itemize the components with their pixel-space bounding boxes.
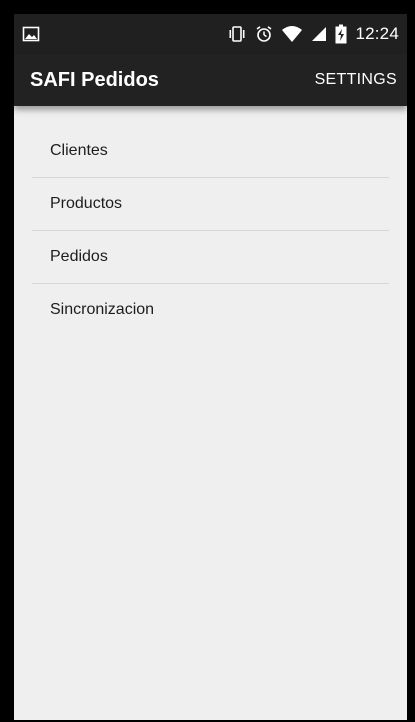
- wifi-icon: [281, 25, 303, 43]
- app-bar: SAFI Pedidos SETTINGS: [14, 54, 407, 106]
- status-time: 12:24: [355, 24, 399, 43]
- menu-list: Clientes Productos Pedidos Sincronizacio…: [32, 125, 389, 336]
- status-icons: 12:24: [227, 14, 399, 54]
- menu-item-sincronizacion[interactable]: Sincronizacion: [32, 284, 389, 336]
- battery-charging-icon: [335, 24, 347, 44]
- phone-screen: 12:24 SAFI Pedidos SETTINGS Clientes Pro…: [0, 0, 415, 722]
- main-content: Clientes Productos Pedidos Sincronizacio…: [14, 106, 407, 720]
- menu-item-productos[interactable]: Productos: [32, 178, 389, 231]
- vibrate-icon: [227, 25, 247, 43]
- alarm-icon: [255, 25, 273, 43]
- settings-button[interactable]: SETTINGS: [315, 54, 397, 106]
- menu-item-pedidos[interactable]: Pedidos: [32, 231, 389, 284]
- image-notification-icon: [22, 25, 40, 43]
- menu-item-clientes[interactable]: Clientes: [32, 125, 389, 178]
- app-title: SAFI Pedidos: [30, 69, 159, 91]
- signal-icon: [311, 25, 327, 43]
- status-bar: 12:24: [14, 14, 407, 54]
